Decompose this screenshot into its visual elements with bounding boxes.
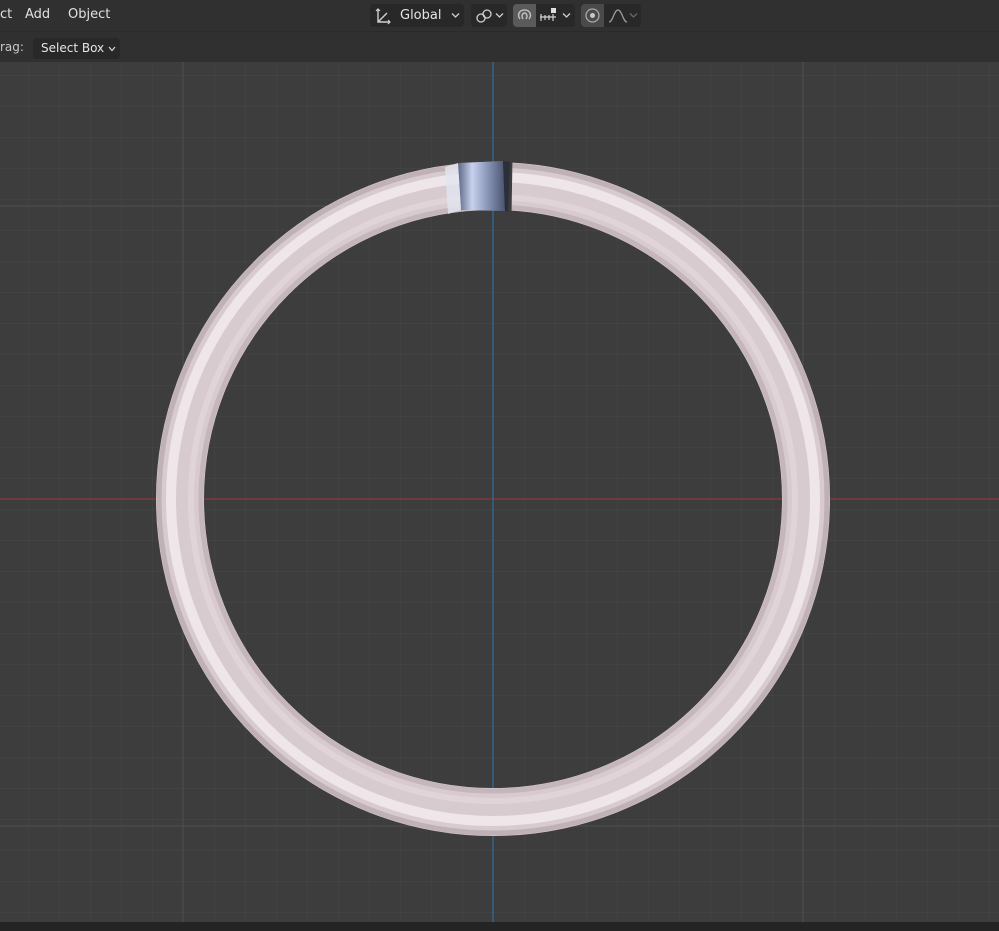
drag-label: rag: <box>0 40 24 54</box>
tool-settings-bar: rag: Select Box <box>0 31 999 63</box>
proportional-editing-toggle[interactable] <box>581 4 604 27</box>
proportional-editing-icon <box>585 8 600 23</box>
menu-select[interactable]: ct <box>0 7 12 22</box>
menu-object[interactable]: Object <box>68 7 110 22</box>
viewport-bottom-border <box>0 922 999 931</box>
drag-mode-dropdown[interactable]: Select Box <box>33 38 120 59</box>
snapping-group <box>513 4 575 27</box>
chevron-down-icon[interactable] <box>562 12 571 19</box>
pivot-point-icon <box>476 9 492 23</box>
magnet-snap-icon <box>517 9 532 20</box>
transform-orientation-dropdown[interactable]: Global <box>370 4 464 27</box>
viewport-canvas[interactable] <box>0 62 999 922</box>
snap-increment-icon[interactable] <box>539 8 559 24</box>
falloff-curve-icon[interactable] <box>608 8 628 24</box>
transform-orientation-icon <box>375 8 391 25</box>
ring-clasp <box>458 161 505 211</box>
viewport-header: ct Add Object Global <box>0 0 999 31</box>
chevron-down-icon[interactable] <box>629 12 638 19</box>
chevron-down-icon <box>451 13 460 18</box>
snap-toggle-button[interactable] <box>513 4 536 27</box>
3d-viewport[interactable] <box>0 62 999 922</box>
chevron-down-icon <box>495 13 504 18</box>
menu-add[interactable]: Add <box>25 7 50 22</box>
transform-orientation-value: Global <box>400 8 442 23</box>
proportional-editing-group <box>581 4 641 27</box>
drag-mode-value: Select Box <box>41 41 105 55</box>
pivot-point-dropdown[interactable] <box>471 4 507 27</box>
chevron-down-icon <box>108 46 116 52</box>
